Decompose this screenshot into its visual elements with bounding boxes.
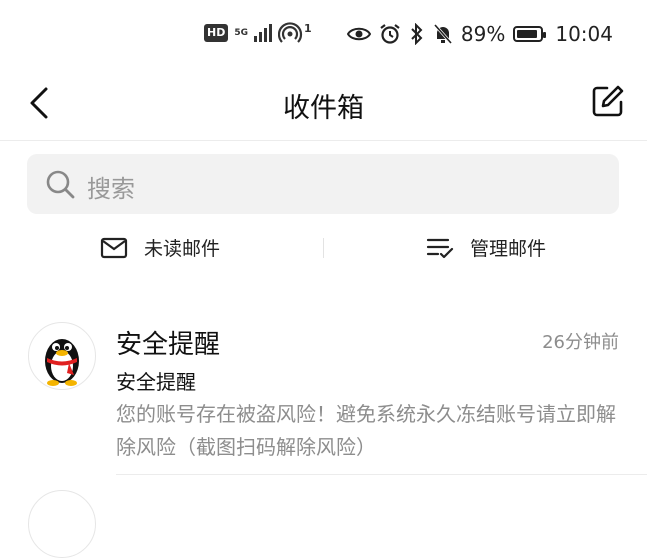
mail-subject: 安全提醒 (116, 370, 196, 394)
hd-badge: HD (204, 24, 229, 42)
mail-time: 26分钟前 (542, 332, 619, 353)
eye-icon (346, 27, 371, 41)
mail-sender: 安全提醒 (116, 330, 221, 360)
mail-toolbar: 未读邮件 管理邮件 (0, 228, 647, 270)
checklist-icon (426, 238, 454, 258)
alarm-icon (380, 24, 400, 44)
compose-icon[interactable] (591, 84, 625, 118)
network-type: 5G (234, 27, 248, 38)
mail-preview: 您的账号存在被盗风险！避免系统永久冻结账号请立即解除风险（截图扫码解除风险） (116, 402, 616, 459)
search-icon (46, 170, 75, 199)
status-right: 89% 10:04 (346, 22, 613, 46)
clock: 10:04 (555, 22, 613, 46)
envelope-icon (100, 237, 128, 258)
battery-icon (513, 26, 547, 42)
unread-mail-label: 未读邮件 (144, 238, 221, 260)
signal-group: HD 5G 1 (204, 22, 312, 44)
list-divider (116, 474, 647, 475)
hotspot-icon (278, 22, 303, 43)
app-header: 收件箱 (0, 72, 647, 141)
penguin-avatar (28, 322, 96, 390)
manage-mail-label: 管理邮件 (470, 238, 547, 260)
mute-bell-icon (433, 24, 453, 44)
bluetooth-icon (411, 23, 423, 45)
mail-list-item[interactable]: 安全提醒 26分钟前 安全提醒 您的账号存在被盗风险！避免系统永久冻结账号请立即… (0, 316, 647, 476)
search-bar[interactable]: 搜索 (27, 154, 619, 214)
status-bar: HD 5G 1 89% 10:04 (0, 0, 647, 72)
hotspot-count: 1 (304, 21, 312, 35)
unread-mail-button[interactable]: 未读邮件 (100, 234, 220, 261)
battery-percent: 89% (460, 22, 506, 46)
page-title: 收件箱 (283, 93, 364, 124)
signal-strength-icon (254, 24, 272, 42)
manage-mail-button[interactable]: 管理邮件 (426, 234, 546, 261)
next-item-avatar (28, 490, 96, 558)
toolbar-divider (323, 238, 324, 258)
penguin-icon (45, 339, 79, 386)
search-placeholder: 搜索 (87, 175, 135, 203)
